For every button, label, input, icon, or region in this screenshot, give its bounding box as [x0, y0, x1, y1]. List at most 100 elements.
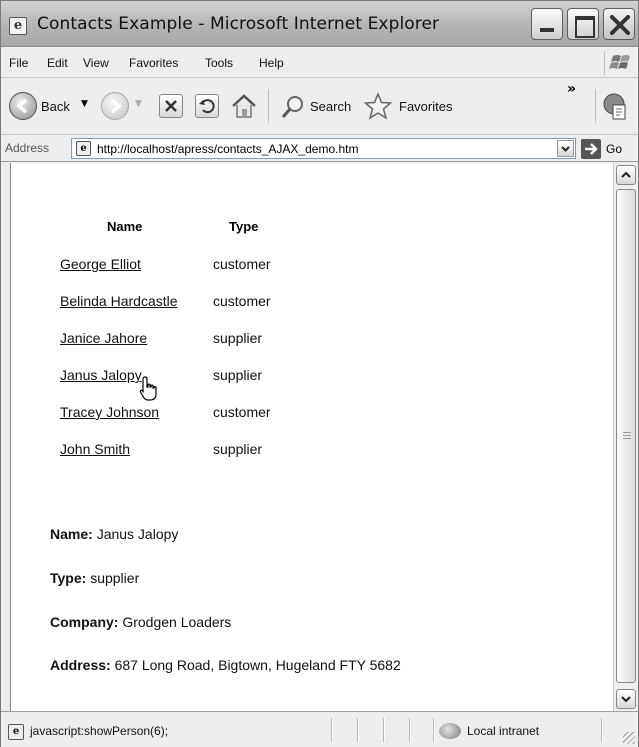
detail-type-label: Type: [50, 570, 87, 586]
table-row: Janus Jalopy supplier [11, 367, 311, 387]
home-button[interactable] [229, 91, 259, 121]
close-icon [610, 15, 630, 35]
close-button[interactable] [603, 8, 635, 40]
table-row: Tracey Johnson customer [11, 404, 311, 424]
menu-help[interactable]: Help [259, 56, 284, 70]
status-separator [433, 718, 434, 742]
messenger-button[interactable] [595, 89, 629, 123]
menu-view[interactable]: View [83, 56, 109, 70]
search-button[interactable] [279, 93, 307, 121]
address-url[interactable]: http://localhost/apress/contacts_AJAX_de… [97, 142, 358, 156]
address-dropdown-button[interactable] [557, 140, 574, 157]
maximize-button[interactable] [567, 8, 599, 40]
contact-link[interactable]: Tracey Johnson [60, 404, 159, 420]
back-button[interactable] [9, 92, 37, 120]
detail-name-value: Janus Jalopy [96, 526, 179, 542]
header-name: Name [107, 219, 143, 234]
detail-company-value: Grodgen Loaders [122, 614, 232, 630]
search-label[interactable]: Search [310, 99, 351, 114]
favorites-label[interactable]: Favorites [399, 99, 452, 114]
scroll-down-button[interactable] [616, 689, 636, 709]
go-label[interactable]: Go [606, 142, 622, 156]
menu-bar: File Edit View Favorites Tools Help [1, 48, 638, 78]
go-arrow-icon [585, 143, 598, 155]
forward-dropdown-icon[interactable]: ▼ [135, 99, 142, 109]
intranet-globe-icon [439, 723, 461, 739]
toolbar: Back ▼ ▼ Search Favorites » [1, 79, 638, 135]
back-dropdown-icon[interactable]: ▼ [81, 99, 88, 109]
chevron-down-icon [561, 146, 570, 152]
vertical-scrollbar[interactable] [613, 163, 638, 711]
scroll-thumb[interactable] [616, 189, 636, 683]
forward-button[interactable] [101, 92, 129, 120]
table-row: John Smith supplier [11, 441, 311, 461]
toolbar-chevron[interactable]: » [567, 81, 576, 97]
go-button[interactable] [581, 139, 601, 159]
chevron-up-icon [621, 171, 631, 178]
detail-name: Name: Janus Jalopy [50, 526, 178, 542]
detail-type-value: supplier [90, 570, 140, 586]
resize-grip[interactable] [623, 732, 635, 744]
scroll-up-button[interactable] [616, 165, 636, 185]
stop-icon [165, 100, 177, 112]
table-row: Janice Jahore supplier [11, 330, 311, 350]
status-separator [331, 718, 332, 742]
hand-cursor-icon [139, 376, 157, 401]
contact-type: customer [213, 404, 271, 420]
detail-name-label: Name: [50, 526, 93, 542]
title-bar[interactable]: e Contacts Example - Microsoft Internet … [1, 1, 638, 47]
windows-logo-icon [604, 51, 634, 75]
status-separator [357, 718, 358, 742]
back-label[interactable]: Back [41, 99, 70, 114]
grip-line [623, 435, 631, 436]
contact-link[interactable]: Janice Jahore [60, 330, 147, 346]
address-input[interactable]: e http://localhost/apress/contacts_AJAX_… [71, 138, 576, 159]
detail-type: Type: supplier [50, 570, 139, 586]
header-type: Type [229, 219, 259, 234]
minimize-button[interactable] [531, 8, 563, 40]
status-separator [409, 718, 410, 742]
window-title: Contacts Example - Microsoft Internet Ex… [37, 14, 440, 34]
search-magnifier-icon [281, 96, 303, 118]
menu-edit[interactable]: Edit [47, 56, 68, 70]
favorites-star-icon [363, 92, 393, 120]
address-bar: Address e http://localhost/apress/contac… [1, 136, 638, 162]
contact-type: supplier [213, 330, 263, 346]
menu-favorites[interactable]: Favorites [129, 56, 178, 70]
page-icon: e [76, 141, 91, 156]
status-text: javascript:showPerson(6); [30, 724, 169, 738]
back-arrow-icon [16, 98, 28, 114]
refresh-icon [199, 99, 215, 114]
menu-tools[interactable]: Tools [205, 56, 233, 70]
detail-address-label: Address: [50, 657, 111, 673]
address-label: Address [5, 141, 50, 155]
status-separator [601, 718, 602, 742]
contact-type: supplier [213, 441, 263, 457]
toolbar-separator [268, 89, 269, 123]
page-status-icon: e [8, 724, 24, 740]
contact-link[interactable]: Janus Jalopy [60, 367, 142, 383]
stop-button[interactable] [159, 94, 183, 118]
detail-address-value: 687 Long Road, Bigtown, Hugeland FTY 568… [114, 657, 401, 673]
contact-link[interactable]: Belinda Hardcastle [60, 293, 178, 309]
grip-line [623, 432, 631, 433]
contact-link[interactable]: George Elliot [60, 256, 141, 272]
browser-window: e Contacts Example - Microsoft Internet … [0, 0, 639, 747]
refresh-button[interactable] [195, 94, 219, 118]
detail-address: Address: 687 Long Road, Bigtown, Hugelan… [50, 657, 401, 673]
ie-page-icon: e [9, 17, 27, 35]
table-row: George Elliot customer [11, 256, 311, 276]
contact-link[interactable]: John Smith [60, 441, 130, 457]
favorites-button[interactable] [363, 91, 393, 121]
home-icon [232, 94, 256, 118]
detail-company-label: Company: [50, 614, 119, 630]
status-separator [383, 718, 384, 742]
detail-company: Company: Grodgen Loaders [50, 614, 231, 630]
security-zone: Local intranet [467, 724, 540, 738]
contact-type: customer [213, 256, 271, 272]
table-row: Belinda Hardcastle customer [11, 293, 311, 313]
page-content: Name Type George Elliot customer Belinda… [10, 163, 613, 711]
forward-arrow-icon [110, 98, 122, 114]
menu-file[interactable]: File [9, 56, 28, 70]
status-bar: e javascript:showPerson(6); Local intran… [1, 711, 638, 747]
